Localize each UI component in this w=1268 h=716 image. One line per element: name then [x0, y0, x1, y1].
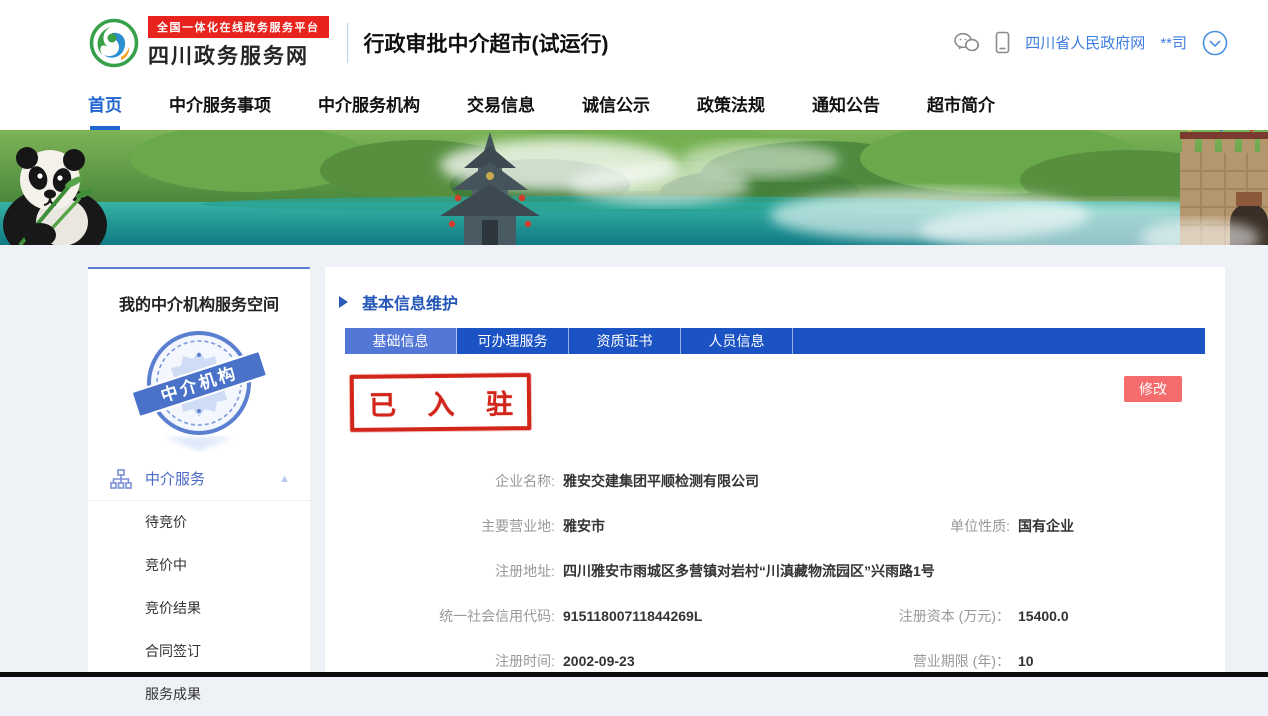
registered-capital-label: 注册资本 (万元)：	[865, 606, 1010, 626]
sidebar-menu-label: 中介服务	[145, 468, 205, 489]
nav-item-transactions[interactable]: 交易信息	[467, 85, 535, 130]
form-row: 企业名称: 雅安交建集团平顺检测有限公司	[345, 458, 1205, 503]
site-logo: 全国一体化在线政务服务平台 四川政务服务网	[88, 16, 329, 70]
username[interactable]: **司	[1160, 32, 1187, 53]
tab-basic-info[interactable]: 基础信息	[345, 328, 457, 354]
registered-address-value: 四川雅安市雨城区多营镇对岩村“川滇藏物流园区”兴雨路1号	[563, 561, 935, 581]
chevron-down-icon[interactable]	[1202, 30, 1228, 56]
triangle-right-icon	[339, 296, 348, 308]
company-name-value: 雅安交建集团平顺检测有限公司	[563, 471, 759, 491]
sidebar-submenu: 待竞价 竞价中 竞价结果 合同签订 服务成果	[88, 501, 310, 716]
business-area-label: 主要营业地:	[345, 516, 555, 536]
sidebar-item-bid-results[interactable]: 竞价结果	[145, 587, 310, 630]
registration-date-value: 2002-09-23	[563, 653, 635, 669]
main-content: 基本信息维护 基础信息 可办理服务 资质证书 人员信息 已 入 驻 修改 企业名…	[325, 267, 1225, 677]
main-nav: 首页 中介服务事项 中介服务机构 交易信息 诚信公示 政策法规 通知公告 超市简…	[0, 85, 1268, 130]
registered-address-label: 注册地址:	[345, 561, 555, 581]
credit-code-label: 统一社会信用代码:	[345, 606, 555, 626]
collapse-arrow-icon[interactable]: ▲	[279, 473, 290, 485]
sidebar: 我的中介机构服务空间 中介机构 中介服务 ▲ 待竞价 竞价中 竞价结果 合同签订…	[88, 267, 310, 677]
credit-code-value: 91511800711844269L	[563, 608, 702, 624]
nav-item-about[interactable]: 超市简介	[927, 85, 995, 130]
sichuan-gov-logo-icon	[88, 17, 140, 69]
header-right: 四川省人民政府网 **司	[953, 30, 1228, 56]
wechat-icon[interactable]	[953, 32, 980, 54]
registered-capital-value: 15400.0	[1018, 608, 1069, 624]
site-name: 四川政务服务网	[148, 40, 329, 70]
section-title: 基本信息维护	[362, 290, 458, 314]
business-area-value: 雅安市	[563, 516, 605, 536]
window-bottom-edge	[0, 672, 1268, 677]
form-row: 统一社会信用代码: 91511800711844269L 注册资本 (万元)： …	[345, 593, 1205, 638]
sidebar-item-service-results[interactable]: 服务成果	[145, 673, 310, 716]
edit-button[interactable]: 修改	[1124, 376, 1182, 402]
registered-status-stamp: 已 入 驻	[350, 373, 532, 432]
tab-bar: 基础信息 可办理服务 资质证书 人员信息	[345, 328, 1205, 354]
sidebar-title: 我的中介机构服务空间	[88, 291, 310, 315]
agency-stamp-icon: 中介机构	[124, 325, 274, 453]
tab-personnel-info[interactable]: 人员信息	[681, 328, 793, 354]
header-divider	[347, 23, 348, 63]
nav-item-policies[interactable]: 政策法规	[697, 85, 765, 130]
sidebar-menu-intermediary-service[interactable]: 中介服务 ▲	[88, 457, 310, 501]
business-term-label: 营业期限 (年)：	[865, 651, 1010, 671]
nav-item-home[interactable]: 首页	[88, 85, 122, 130]
mobile-phone-icon[interactable]	[995, 31, 1010, 54]
sidebar-item-pending-bid[interactable]: 待竞价	[145, 501, 310, 544]
page-title: 行政审批中介超市(试运行)	[364, 28, 609, 58]
sitemap-icon	[110, 469, 132, 489]
section-header: 基本信息维护	[345, 290, 1205, 314]
sidebar-item-contract-signing[interactable]: 合同签订	[145, 630, 310, 673]
basic-info-form: 企业名称: 雅安交建集团平顺检测有限公司 主要营业地: 雅安市 单位性质: 国有…	[345, 458, 1205, 683]
tab-available-services[interactable]: 可办理服务	[457, 328, 569, 354]
form-row: 主要营业地: 雅安市 单位性质: 国有企业	[345, 503, 1205, 548]
scenic-banner-image	[0, 130, 1268, 245]
header: 全国一体化在线政务服务平台 四川政务服务网 行政审批中介超市(试运行) 四川省人…	[0, 0, 1268, 85]
unit-nature-label: 单位性质:	[865, 516, 1010, 536]
nav-item-agencies[interactable]: 中介服务机构	[318, 85, 420, 130]
platform-badge: 全国一体化在线政务服务平台	[148, 16, 329, 38]
unit-nature-value: 国有企业	[1018, 516, 1074, 536]
business-term-value: 10	[1018, 653, 1034, 669]
form-row: 注册地址: 四川雅安市雨城区多营镇对岩村“川滇藏物流园区”兴雨路1号	[345, 548, 1205, 593]
sidebar-item-bidding[interactable]: 竞价中	[145, 544, 310, 587]
tab-qualification-certificates[interactable]: 资质证书	[569, 328, 681, 354]
nav-item-integrity[interactable]: 诚信公示	[582, 85, 650, 130]
status-row: 已 入 驻 修改	[345, 370, 1205, 440]
gov-portal-link[interactable]: 四川省人民政府网	[1025, 32, 1145, 53]
company-name-label: 企业名称:	[345, 471, 555, 491]
registration-date-label: 注册时间:	[345, 651, 555, 671]
nav-item-service-matters[interactable]: 中介服务事项	[169, 85, 271, 130]
nav-item-notices[interactable]: 通知公告	[812, 85, 880, 130]
brand-block: 全国一体化在线政务服务平台 四川政务服务网	[148, 16, 329, 70]
